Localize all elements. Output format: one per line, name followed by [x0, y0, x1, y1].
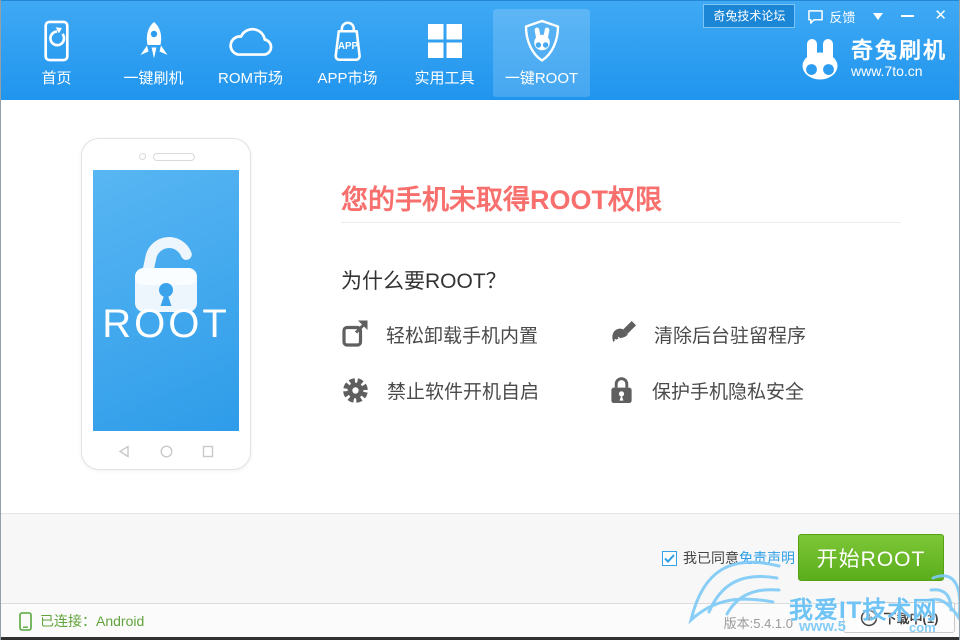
- rocket-icon: [134, 18, 174, 64]
- feedback-button[interactable]: 反馈: [807, 7, 855, 26]
- minimize-button[interactable]: [901, 15, 914, 17]
- tab-label: ROM市场: [218, 67, 283, 88]
- titlebar-controls: 奇兔技术论坛 反馈 ✕: [703, 4, 951, 28]
- agree-checkbox[interactable]: [662, 551, 677, 566]
- tab-label: 实用工具: [414, 67, 474, 88]
- agree-label: 我已同意: [683, 548, 739, 568]
- brush-icon: [608, 320, 637, 349]
- forum-link[interactable]: 奇兔技术论坛: [703, 4, 795, 28]
- status-bar: 已连接：Android 版本:5.4.1.0 下载中(1): [1, 603, 959, 637]
- app-logo: 奇兔刷机 www.7to.cn: [798, 37, 947, 81]
- app-bag-icon: APP: [327, 18, 368, 64]
- rabbit-logo-icon: [798, 37, 842, 81]
- agreement-row: 我已同意 免责声明: [662, 548, 795, 568]
- android-back-icon: [118, 445, 130, 458]
- why-root-heading: 为什么要ROOT？: [341, 265, 507, 295]
- feature-label: 清除后台驻留程序: [654, 321, 806, 348]
- menu-dropdown-icon[interactable]: [873, 13, 883, 25]
- cloud-icon: [227, 18, 275, 64]
- phone-camera-dot: [139, 153, 146, 160]
- feedback-label: 反馈: [829, 7, 855, 26]
- action-bar: 我已同意 免责声明 开始ROOT: [1, 513, 959, 603]
- shield-rabbit-icon: [522, 18, 562, 64]
- download-manager-button[interactable]: 下载中(1): [843, 602, 955, 633]
- gear-icon: [341, 376, 370, 405]
- tab-label: 一键ROOT: [505, 67, 578, 88]
- check-icon: [664, 554, 675, 563]
- phone-nav-buttons: [82, 445, 250, 458]
- feature-uninstall: 轻松卸载手机内置: [341, 318, 608, 350]
- logo-title: 奇兔刷机: [851, 39, 947, 63]
- start-root-button[interactable]: 开始ROOT: [798, 534, 944, 581]
- logo-url: www.7to.cn: [851, 63, 947, 80]
- tab-label: 首页: [41, 67, 71, 88]
- tab-label: APP市场: [317, 67, 377, 88]
- root-benefits-list: 轻松卸载手机内置 清除后台驻留程序 禁止软件开机自启 保护手机隐私安全: [341, 318, 906, 406]
- connection-text: 已连接：Android: [40, 611, 144, 631]
- feature-autostart: 禁止软件开机自启: [341, 374, 608, 406]
- tab-tools[interactable]: 实用工具: [396, 9, 493, 97]
- tab-app-market[interactable]: APP APP市场: [299, 9, 396, 97]
- version-text: 版本:5.4.1.0: [724, 613, 793, 632]
- app-window: 首页 一键刷机 ROM市场 APP APP市场: [0, 0, 960, 640]
- android-home-icon: [160, 445, 173, 458]
- feature-clean: 清除后台驻留程序: [608, 318, 906, 350]
- uninstall-icon: [341, 319, 369, 349]
- tab-rom-market[interactable]: ROM市场: [202, 9, 299, 97]
- logo-text: 奇兔刷机 www.7to.cn: [851, 39, 947, 80]
- download-icon: [860, 609, 878, 627]
- feature-label: 保护手机隐私安全: [652, 377, 804, 404]
- title-divider: [341, 222, 901, 223]
- tab-one-key-root[interactable]: 一键ROOT: [493, 9, 590, 97]
- feature-label: 禁止软件开机自启: [387, 377, 539, 404]
- disclaimer-link[interactable]: 免责声明: [739, 548, 795, 568]
- open-padlock-icon: [111, 222, 221, 314]
- feature-privacy: 保护手机隐私安全: [608, 374, 906, 406]
- main-nav: 首页 一键刷机 ROM市场 APP APP市场: [8, 9, 590, 97]
- svg-text:APP: APP: [338, 41, 359, 52]
- header-bar: 首页 一键刷机 ROM市场 APP APP市场: [1, 0, 959, 100]
- connection-status: 已连接：Android: [19, 611, 144, 631]
- tab-label: 一键刷机: [123, 67, 183, 88]
- phone-illustration: ROOT: [81, 138, 251, 470]
- android-recents-icon: [202, 445, 214, 458]
- connected-phone-icon: [19, 612, 32, 631]
- phone-screen-root-label: ROOT: [93, 302, 239, 347]
- speech-bubble-icon: [807, 9, 824, 24]
- download-label: 下载中(1): [884, 608, 939, 627]
- tab-flash[interactable]: 一键刷机: [105, 9, 202, 97]
- phone-screen: ROOT: [93, 170, 239, 431]
- padlock-icon: [608, 376, 635, 405]
- phone-refresh-icon: [39, 18, 74, 64]
- page-title: 您的手机未取得ROOT权限: [341, 178, 662, 217]
- tab-home[interactable]: 首页: [8, 9, 105, 97]
- phone-speaker-slot: [153, 153, 195, 161]
- feature-label: 轻松卸载手机内置: [386, 321, 538, 348]
- grid-icon: [425, 18, 465, 64]
- close-button[interactable]: ✕: [934, 6, 947, 26]
